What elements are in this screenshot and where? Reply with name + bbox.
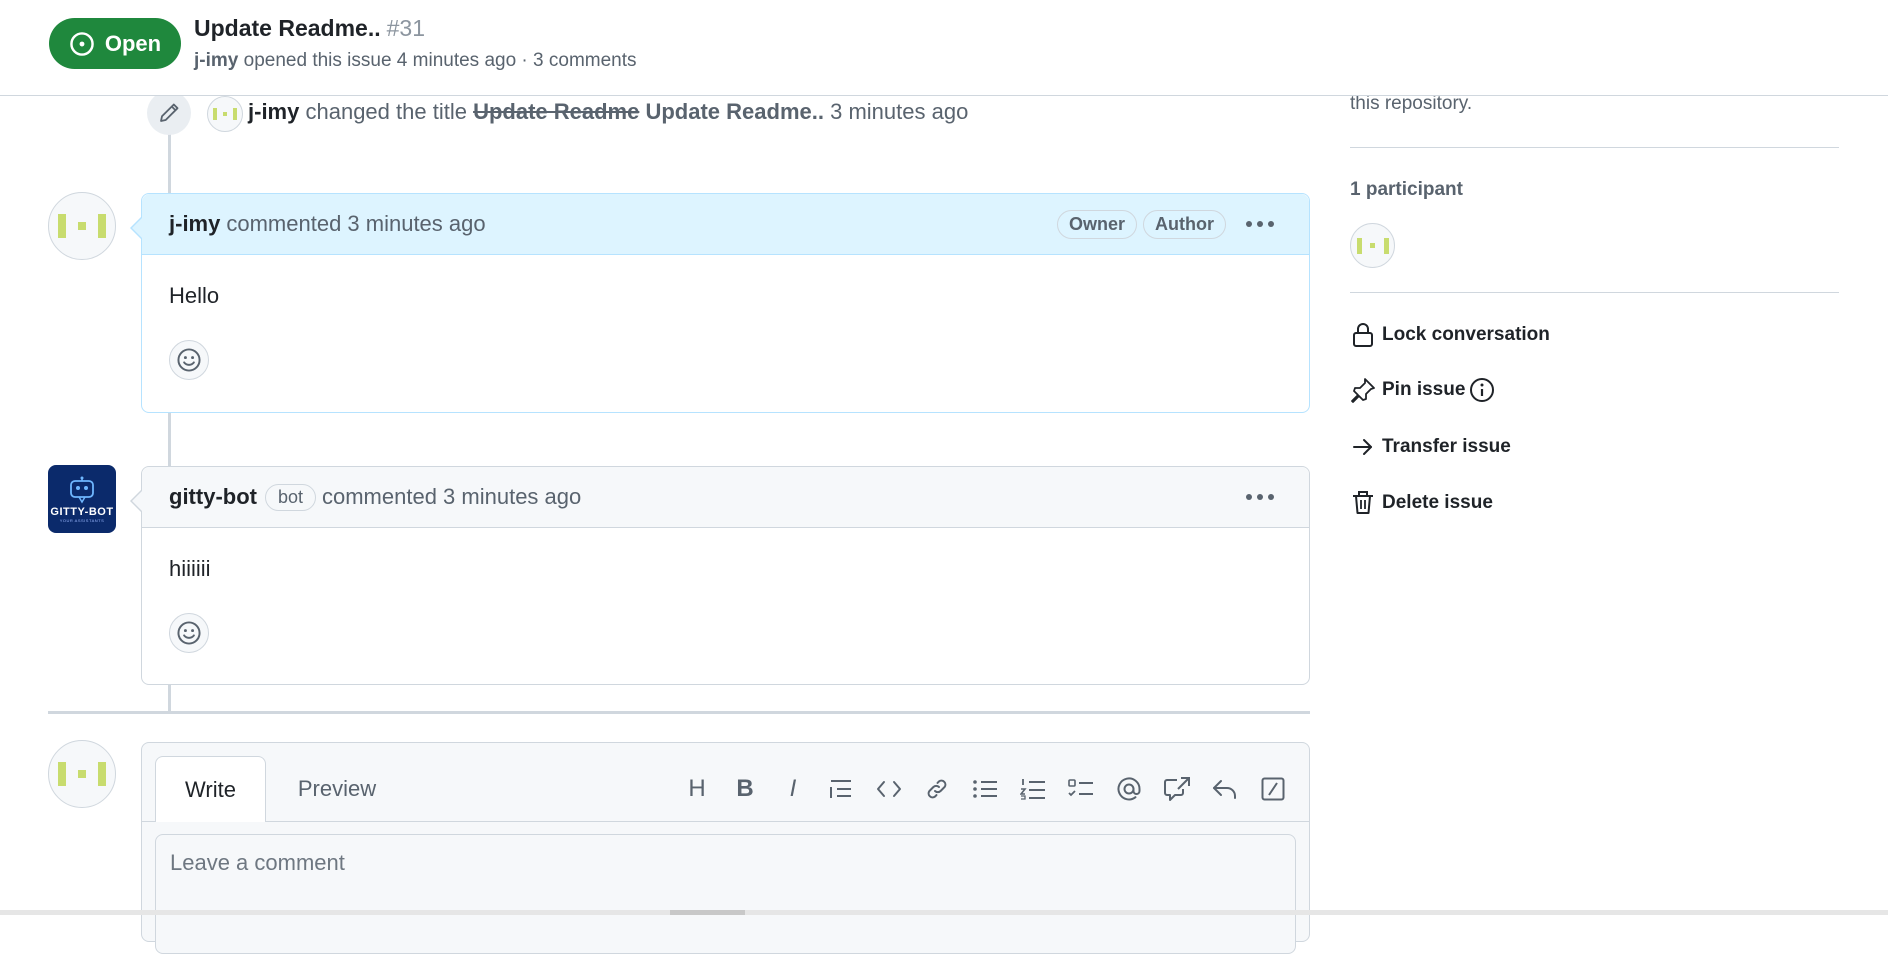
sidebar-divider [1350,147,1839,148]
participants-heading: 1 participant [1350,179,1463,200]
pin-icon [1350,377,1376,403]
sticky-issue-header: Open Update Readme.. #31 j-imy opened thi… [0,0,1888,96]
kebab-horizontal-icon [1246,221,1274,227]
bot-avatar[interactable]: GITTY-BOT YOUR ASSISTANTS [48,465,116,533]
slash-command-icon[interactable] [1249,769,1297,809]
avatar[interactable] [48,192,116,260]
bold-icon[interactable]: B [721,769,769,809]
add-reaction-button[interactable] [169,340,209,380]
tab-preview[interactable]: Preview [282,756,392,822]
arrow-right-icon [1350,434,1376,460]
task-list-icon[interactable] [1057,769,1105,809]
smiley-icon [177,621,201,645]
comment-caret [130,489,143,513]
transfer-issue-button[interactable]: Transfer issue [1350,434,1511,460]
pin-issue-label: Pin issue [1382,379,1466,400]
issue-meta-text: opened this issue 4 minutes ago · 3 comm… [243,50,637,71]
issue-opened-icon [70,31,94,56]
avatar[interactable] [207,96,243,132]
lock-conversation-label: Lock conversation [1382,324,1550,345]
ordered-list-icon[interactable] [1009,769,1057,809]
comment-options-button[interactable] [1238,479,1282,515]
timeline-line [168,412,171,467]
issue-title[interactable]: Update Readme.. #31 [194,15,425,42]
timeline-end-divider [48,711,1310,714]
cross-reference-icon[interactable] [1153,769,1201,809]
issue-state-badge: Open [49,18,181,69]
trash-icon [1350,490,1376,516]
bot-avatar-brand: GITTY-BOT [50,505,114,518]
comment-body: Hello [169,283,220,308]
horizontal-scrollbar[interactable] [0,910,1888,915]
lock-icon [1350,322,1376,348]
comment-caret [130,216,143,240]
quote-icon[interactable] [817,769,865,809]
robot-icon [70,476,94,503]
timeline-line [168,684,171,711]
pin-issue-button[interactable]: Pin issue [1350,377,1501,403]
smiley-icon [177,348,201,372]
pencil-icon [147,91,191,135]
comment-options-button[interactable] [1238,206,1282,242]
mention-icon[interactable] [1105,769,1153,809]
add-reaction-button[interactable] [169,613,209,653]
comment-timestamp[interactable]: commented 3 minutes ago [322,484,581,510]
comment-author-link[interactable]: j-imy [169,211,220,237]
bot-badge: bot [264,483,316,511]
comment-author-link[interactable]: gitty-bot [169,484,257,510]
unordered-list-icon[interactable] [961,769,1009,809]
sidebar-cut-text: this repository. [1350,93,1473,114]
scrollbar-thumb[interactable] [670,910,745,915]
saved-reply-icon[interactable] [1201,769,1249,809]
link-icon[interactable] [913,769,961,809]
comment-body: hiiiiii [169,556,211,581]
kebab-horizontal-icon [1246,494,1274,500]
participant-avatar[interactable] [1350,223,1395,268]
state-label: Open [104,30,162,56]
tab-write[interactable]: Write [155,756,266,822]
title-change-event: j-imy changed the title Update Readme Up… [248,99,968,125]
issue-author-link[interactable]: j-imy [194,50,238,71]
author-label: Author [1143,209,1226,239]
info-icon[interactable] [1469,377,1495,403]
transfer-issue-label: Transfer issue [1382,436,1511,457]
issue-number: #31 [386,15,425,41]
event-action: changed the title [305,99,467,124]
new-title: Update Readme.. [645,99,824,124]
owner-label: Owner [1057,209,1138,239]
sidebar-divider [1350,292,1839,293]
event-time[interactable]: 3 minutes ago [830,99,968,124]
issue-title-text: Update Readme.. [194,15,381,41]
comment-textarea[interactable] [155,834,1296,954]
lock-conversation-button[interactable]: Lock conversation [1350,322,1550,348]
avatar[interactable] [48,740,116,808]
event-actor-link[interactable]: j-imy [248,99,299,124]
code-icon[interactable] [865,769,913,809]
old-title: Update Readme [473,99,640,124]
comment-header: j-imy commented 3 minutes ago Owner Auth… [130,194,1309,255]
delete-issue-button[interactable]: Delete issue [1350,490,1493,516]
markdown-toolbar: H B I [673,769,1297,809]
comment-timestamp[interactable]: commented 3 minutes ago [226,211,485,237]
comment: j-imy commented 3 minutes ago Owner Auth… [130,193,1310,413]
delete-issue-label: Delete issue [1382,492,1493,513]
bot-avatar-tagline: YOUR ASSISTANTS [59,517,105,523]
issue-meta: j-imy opened this issue 4 minutes ago · … [194,50,637,72]
comment-header: gitty-bot bot commented 3 minutes ago [130,467,1309,528]
heading-icon[interactable]: H [673,769,721,809]
comment: gitty-bot bot commented 3 minutes ago hi… [130,466,1310,685]
italic-icon[interactable]: I [769,769,817,809]
